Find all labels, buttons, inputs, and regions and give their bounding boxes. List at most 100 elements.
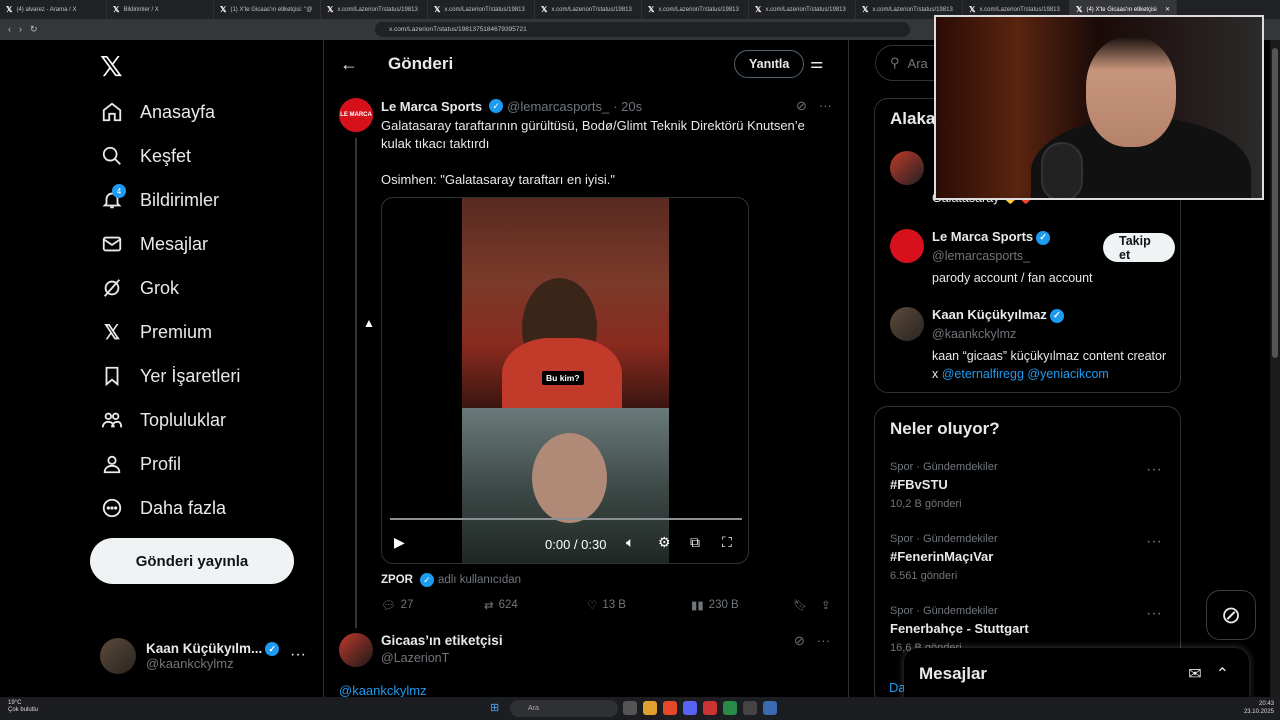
grok-float-button[interactable]: ⊘ <box>1206 590 1256 640</box>
windows-start-icon[interactable]: ⊞ <box>490 701 499 714</box>
x-favicon-icon: 𝕏 <box>755 5 762 14</box>
forward-nav-icon[interactable]: › <box>19 24 22 35</box>
url-field[interactable]: x.com/LazerionT/status/19813751846793957… <box>375 22 910 37</box>
follow-button[interactable]: Takip et <box>1103 233 1175 262</box>
grok-icon[interactable]: ⊘ <box>794 633 805 649</box>
close-tab-icon[interactable]: ✕ <box>1165 6 1170 13</box>
sidebar-item-bookmarks[interactable]: Yer İşaretleri <box>100 354 240 398</box>
browser-tab[interactable]: 𝕏x.com/LazerionT/status/19813 <box>535 0 642 19</box>
verified-icon: ✓ <box>265 642 280 657</box>
browser-tab[interactable]: 𝕏x.com/LazerionT/status/19813 <box>749 0 856 19</box>
reply-action[interactable]: 💬︎ 27 <box>381 598 413 612</box>
heart-icon: ♡ <box>587 600 598 612</box>
post-button[interactable]: Gönderi yayınla <box>90 538 294 584</box>
sidebar-item-premium[interactable]: 𝕏 Premium <box>100 310 240 354</box>
account-switcher[interactable]: Kaan Küçükyılm... ✓ @kaankckylmz ··· <box>100 638 306 674</box>
reply-mention[interactable]: @kaankckylmz <box>339 683 427 697</box>
more-options-icon[interactable]: ··· <box>290 646 306 664</box>
avatar[interactable] <box>339 633 373 667</box>
app-icon[interactable] <box>723 701 737 715</box>
x-favicon-icon: 𝕏 <box>6 5 13 14</box>
weather-widget[interactable]: 19°C Çok bulutlu <box>8 700 38 714</box>
sidebar-item-communities[interactable]: Topluluklar <box>100 398 240 442</box>
scrollbar-thumb[interactable] <box>1272 48 1278 358</box>
more-options-icon[interactable]: ··· <box>1146 605 1162 623</box>
reply-author-name[interactable]: Gicaas’ın etiketçisi <box>381 633 503 648</box>
sidebar-item-messages[interactable]: Mesajlar <box>100 222 240 266</box>
via-user[interactable]: ZPOR <box>381 574 413 586</box>
play-icon[interactable]: ▶ <box>394 534 405 551</box>
streamer-head <box>1086 37 1176 147</box>
avatar[interactable]: LE MARCA <box>339 98 373 132</box>
video-person <box>532 433 607 523</box>
app-icon[interactable] <box>763 701 777 715</box>
discord-icon[interactable] <box>683 701 697 715</box>
person-icon <box>100 452 124 476</box>
sidebar-item-more[interactable]: Daha fazla <box>100 486 240 530</box>
sidebar-item-explore[interactable]: Keşfet <box>100 134 240 178</box>
task-view-icon[interactable] <box>623 701 637 715</box>
messages-drawer[interactable]: Mesajlar ✉ ⌃ <box>904 648 1249 700</box>
webcam-overlay <box>934 15 1264 200</box>
browser-tab[interactable]: 𝕏x.com/LazerionT/status/19813 <box>428 0 535 19</box>
folder-icon[interactable] <box>643 701 657 715</box>
more-options-icon[interactable]: ··· <box>819 98 832 114</box>
more-options-icon[interactable]: ··· <box>1146 461 1162 479</box>
trend-item[interactable]: Spor · Gündemdekiler Fenerbahçe - Stuttg… <box>890 605 1170 654</box>
sidebar-item-notifications[interactable]: 4 Bildirimler <box>100 178 240 222</box>
browser-tab[interactable]: 𝕏 Bildirimler / X <box>107 0 214 19</box>
more-options-icon[interactable]: ··· <box>1146 533 1162 551</box>
like-action[interactable]: ♡ 13 B <box>587 598 626 612</box>
reply-button[interactable]: Yanıtla <box>734 50 805 78</box>
taskbar-search[interactable]: Ara <box>510 700 618 717</box>
repost-action[interactable]: ⇄ 624 <box>484 598 518 612</box>
trends-title: Neler oluyor? <box>890 419 1000 438</box>
tweet-author-handle[interactable]: @lemarcasports_ <box>507 99 609 114</box>
browser-tab[interactable]: 𝕏x.com/LazerionT/status/19813 <box>321 0 428 19</box>
taskbar-apps <box>623 701 777 715</box>
x-logo-icon[interactable]: 𝕏 <box>100 50 123 83</box>
browser-tab[interactable]: 𝕏 (4) alvarez - Arama / X <box>0 0 107 19</box>
bookmark-icon <box>100 364 124 388</box>
browser-tab[interactable]: 𝕏 (1) X'te Gicaas'ın etiketçisi: "@ <box>214 0 321 19</box>
grok-icon[interactable]: ⊘ <box>796 98 807 114</box>
more-options-icon[interactable]: ··· <box>817 633 830 649</box>
x-favicon-icon: 𝕏 <box>969 5 976 14</box>
share-icon[interactable]: ⇪ <box>821 598 831 612</box>
verified-icon: ✓ <box>1049 308 1064 323</box>
reply-author-handle[interactable]: @LazerionT <box>381 651 503 665</box>
trend-item[interactable]: Spor · Gündemdekiler #FenerinMaçıVar 6.5… <box>890 533 1170 582</box>
tweet-time[interactable]: · 20s <box>613 99 642 114</box>
settings-sliders-icon[interactable]: ⚌ <box>810 54 823 72</box>
reload-icon[interactable]: ↻ <box>30 24 38 35</box>
fullscreen-icon[interactable]: ⛶ <box>722 534 732 551</box>
dock-icon[interactable]: ⧉ <box>690 534 700 551</box>
browser-tab[interactable]: 𝕏x.com/LazerionT/status/19813 <box>642 0 749 19</box>
verified-icon: ✓ <box>489 99 504 113</box>
trend-item[interactable]: Spor · Gündemdekiler #FBvSTU 10,2 B gönd… <box>890 461 1170 510</box>
new-message-icon[interactable]: ✉ <box>1188 664 1201 684</box>
back-nav-icon[interactable]: ‹ <box>8 24 11 35</box>
app-icon[interactable] <box>703 701 717 715</box>
bio-links[interactable]: @eternalfiregg @yeniacikcom <box>942 367 1109 381</box>
gear-icon[interactable]: ⚙ <box>658 534 671 551</box>
sidebar-item-home[interactable]: Anasayfa <box>100 90 240 134</box>
tweet-author-name[interactable]: Le Marca Sports <box>381 99 482 114</box>
volume-icon[interactable]: 🔈︎ <box>626 534 634 551</box>
video-caption: Bu kim? <box>542 371 584 385</box>
expand-icon[interactable]: ⌃ <box>1216 664 1229 684</box>
sidebar-item-profile[interactable]: Profil <box>100 442 240 486</box>
sidebar-item-grok[interactable]: Grok <box>100 266 240 310</box>
microphone <box>1041 142 1083 198</box>
brave-icon[interactable] <box>663 701 677 715</box>
video-controls: ▶ 0:00 / 0:30 🔈︎ ⚙ ⧉ ⛶ <box>382 530 748 560</box>
os-taskbar: 19°C Çok bulutlu ⊞ Ara 20:43 23.10.2025 <box>0 697 1280 720</box>
app-icon[interactable] <box>743 701 757 715</box>
video-progress-bar[interactable] <box>390 518 742 520</box>
views-action[interactable]: ▮▮ 230 B <box>691 598 739 612</box>
bookmark-icon[interactable]: 🔖︎ <box>793 598 808 612</box>
repost-icon: ⇄ <box>484 600 494 612</box>
back-arrow-icon[interactable]: ← <box>340 54 380 75</box>
video-player[interactable]: Bu kim? ▶ 0:00 / 0:30 🔈︎ ⚙ ⧉ ⛶ <box>381 197 749 564</box>
system-clock[interactable]: 20:43 23.10.2025 <box>1238 700 1274 716</box>
